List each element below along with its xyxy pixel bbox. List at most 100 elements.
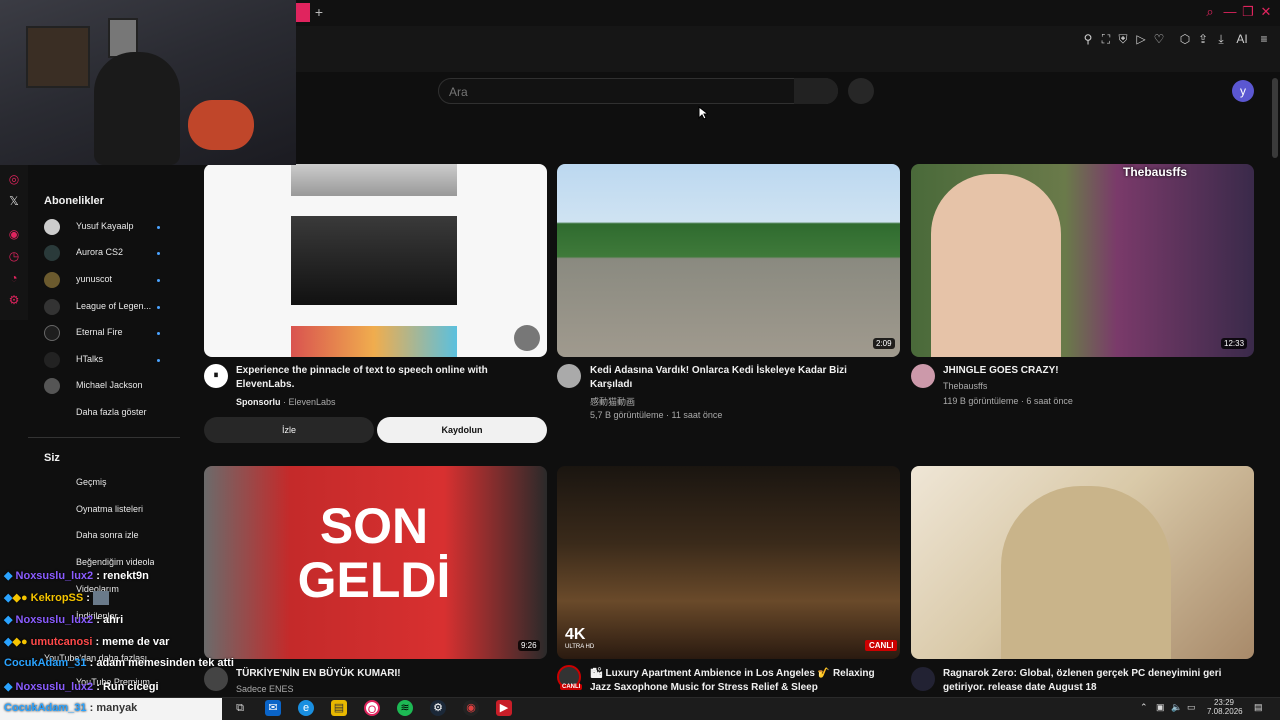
channel-avatar[interactable] [911,667,935,691]
sidebar-item-playlists[interactable]: Oynatma listeleri [28,497,180,523]
new-tab-button[interactable]: + [312,4,326,20]
sidebar-item-label: Geçmiş [76,477,107,487]
chat-badge-icon: ◆ [4,614,13,626]
video-thumbnail[interactable] [911,466,1254,659]
active-tab[interactable] [296,3,310,22]
sidebar-item-label: Yusuf Kayaalp [76,221,134,231]
chat-username: Noxsuslu_lux2 [15,570,94,582]
extensions-icon[interactable]: ⬡ [1177,31,1193,47]
tray-expand-icon[interactable]: ⌃ [1140,702,1148,713]
search-input[interactable] [449,83,789,101]
steam-icon[interactable]: ⚙ [430,700,446,716]
close-icon[interactable]: ✕ [1258,4,1274,20]
tray-app-icon[interactable]: ▣ [1156,702,1165,713]
quality-sub-badge: ULTRA HD [565,644,595,650]
you-title: Siz [44,452,60,464]
maximize-icon[interactable]: ❐ [1240,4,1256,20]
ad-play-indicator[interactable] [514,325,540,351]
x-icon[interactable]: 𝕏 [6,193,22,209]
record-icon[interactable]: ◉ [6,226,22,242]
network-icon[interactable]: ▭ [1187,702,1196,713]
search-button[interactable] [794,78,838,104]
pin-icon[interactable]: ⚲ [1080,31,1096,47]
channel-name[interactable]: Thebausffs [943,381,987,391]
opera-gx-icon[interactable]: O [364,700,380,716]
channel-avatar[interactable] [204,667,228,691]
sidebar-item-subscription[interactable]: Michael Jackson [28,373,180,399]
search-icon[interactable]: ⌕ [1202,4,1218,20]
channel-avatar [44,378,60,394]
ai-button[interactable]: AI [1232,31,1252,47]
sidebar-item-watch-later[interactable]: Daha sonra izle [28,523,180,549]
scrollbar[interactable] [1272,78,1278,158]
clock-date: 7.08.2026 [1207,707,1243,716]
pause-icon[interactable]: ⏸ [204,364,228,388]
channel-avatar[interactable] [911,364,935,388]
spotify-icon[interactable]: ≋ [397,700,413,716]
clock[interactable]: 23:29 7.08.2026 [1207,698,1243,716]
sidebar-item-subscription[interactable]: Eternal Fire [28,320,180,346]
play-icon[interactable]: ▷ [1133,31,1149,47]
webcam-overlay [0,0,296,165]
menu-icon[interactable]: ≡ [1256,31,1272,47]
chat-username: CocukAdam_31 [4,657,87,669]
sidebar-item-subscription[interactable]: HTalks [28,347,180,373]
clock-icon[interactable]: ◷ [6,248,22,264]
chat-text: : renekt9n [96,570,149,582]
sidebar-item-subscription[interactable]: yunuscot [28,267,180,293]
voice-search-button[interactable] [848,78,874,104]
streamer-face [931,174,1061,357]
video-thumbnail[interactable]: SON GELDİ 9:26 [204,466,547,659]
avatar[interactable]: y [1232,80,1254,102]
instagram-icon[interactable]: ◎ [6,171,22,187]
signup-button[interactable]: Kaydolun [377,417,547,443]
heart-icon[interactable]: ♡ [1151,31,1167,47]
watch-button[interactable]: İzle [204,417,374,443]
chat-message: CocukAdam_31 : adam memesinden tek atti [4,657,234,669]
shield-icon[interactable]: ⛨ [1115,31,1131,47]
video-title[interactable]: 🏙 Luxury Apartment Ambience in Los Angel… [590,667,890,695]
media-app-icon[interactable]: ▶ [496,700,512,716]
settings-icon[interactable]: ⚙ [6,292,22,308]
sidebar-item-label: Beğendiğim videolar [76,557,154,567]
video-thumbnail[interactable]: 2:09 [557,164,900,357]
share-icon[interactable]: ⇪ [1195,31,1211,47]
minimize-icon[interactable]: — [1222,4,1238,20]
channel-avatar[interactable] [557,364,581,388]
video-thumbnail[interactable]: Thebausffs 12:33 [911,164,1254,357]
video-title[interactable]: Kedi Adasına Vardık! Onlarca Kedi İskele… [590,364,890,392]
ad-thumbnail[interactable] [204,164,547,357]
mail-app-icon[interactable]: ✉ [265,700,281,716]
screenshot-icon[interactable]: ⛶ [1098,31,1114,47]
sidebar-item-subscription[interactable]: Yusuf Kayaalp [28,214,180,240]
ad-title[interactable]: Experience the pinnacle of text to speec… [236,364,546,392]
video-thumbnail[interactable]: 4K ULTRA HD CANLI [557,466,900,659]
chat-message: ◆◆● umutcanosi : meme de var [4,635,169,648]
channel-name[interactable]: Sadece ENES [236,684,294,694]
channel-avatar [44,299,60,315]
notifications-icon[interactable]: ▤ [1254,702,1263,713]
video-title[interactable]: Ragnarok Zero: Global, özlenen gerçek PC… [943,667,1243,695]
channel-name[interactable]: 感動猫動画 [590,395,635,408]
obs-icon[interactable]: ◉ [463,700,479,716]
sidebar-item-label: Eternal Fire [76,327,123,337]
video-title[interactable]: TÜRKİYE'NİN EN BÜYÜK KUMARI! [236,667,536,681]
chat-badge-icon: ◆ [12,592,21,604]
sidebar-item-subscription[interactable]: Aurora CS2 [28,240,180,266]
sponsored-label: Sponsorlu [236,397,281,407]
chat-badge-icon: ● [20,636,28,648]
chat-message: CocukAdam_31 : manyak [4,702,137,714]
file-explorer-icon[interactable]: ▤ [331,700,347,716]
video-title[interactable]: JHINGLE GOES CRAZY! [943,364,1243,378]
new-content-dot [157,306,160,309]
discord-icon[interactable]: ◔ [6,270,22,286]
volume-icon[interactable]: 🔈 [1171,702,1182,713]
download-icon[interactable]: ⤓ [1213,31,1229,47]
task-view-icon[interactable]: ⧉ [232,700,248,716]
sidebar-item-history[interactable]: Geçmiş [28,470,180,496]
new-content-dot [157,252,160,255]
edge-browser-icon[interactable]: e [298,700,314,716]
sidebar-item-subscription[interactable]: League of Legen... [28,294,180,320]
sidebar-show-more[interactable]: Daha fazla göster [28,400,180,426]
chat-text: : [86,592,90,604]
